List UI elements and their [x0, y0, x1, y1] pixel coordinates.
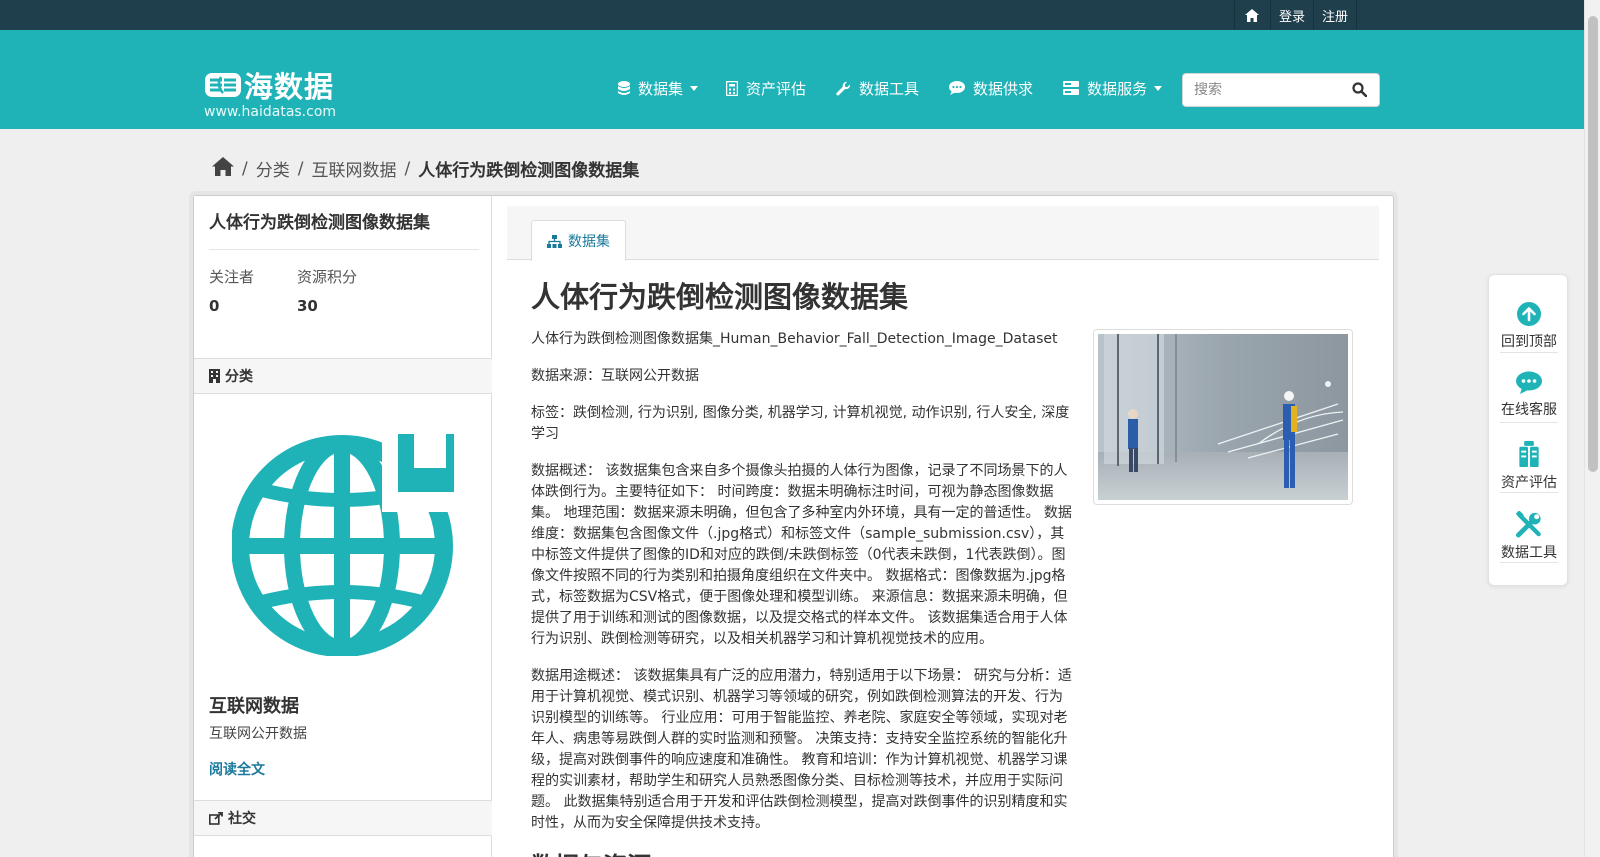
- dataset-overview: 数据概述： 该数据集包含来自多个摄像头拍摄的人体行为图像，记录了不同场景下的人体…: [531, 463, 1072, 647]
- chevron-down-icon: [1154, 85, 1163, 91]
- sitemap-icon: [547, 234, 562, 248]
- home-icon: [212, 156, 234, 176]
- dataset-usage: 数据用途概述： 该数据集具有广泛的应用潜力，特别适用于以下场景： 研究与分析：适…: [531, 668, 1072, 831]
- breadcrumb-current[interactable]: 人体行为跌倒检测图像数据集: [418, 156, 639, 181]
- dataset-full-name: 人体行为跌倒检测图像数据集_Human_Behavior_Fall_Detect…: [531, 331, 1058, 347]
- server-icon: [1063, 81, 1080, 95]
- dataset-description: 人体行为跌倒检测图像数据集_Human_Behavior_Fall_Detect…: [531, 329, 1073, 850]
- breadcrumb-home[interactable]: [212, 156, 234, 181]
- asset-evaluation-label: 资产评估: [1501, 475, 1557, 491]
- register-link[interactable]: 注册: [1312, 0, 1357, 30]
- nav-datasets[interactable]: 数据集: [618, 76, 699, 100]
- data-tools-label: 数据工具: [1501, 545, 1557, 561]
- nav-data-services-label: 数据服务: [1087, 79, 1148, 98]
- nav-asset-evaluation[interactable]: 资产评估: [726, 76, 806, 100]
- org-description: 互联网公开数据: [209, 726, 307, 742]
- social-heading: 社交: [194, 800, 492, 836]
- main-wrapper: 人体行为跌倒检测图像数据集 关注者 0 资源积分 30 分类 互联网数据 互联网…: [193, 195, 1394, 857]
- logo-mark-icon: [205, 73, 241, 97]
- dataset-title: 人体行为跌倒检测图像数据集: [531, 280, 909, 314]
- social-heading-label: 社交: [228, 811, 256, 827]
- logo-text: 海数据: [244, 70, 335, 104]
- points-label: 资源积分: [297, 268, 358, 286]
- floating-toolbar: 回到顶部 在线客服 资产评估 数据工具: [1488, 274, 1568, 586]
- breadcrumb-category[interactable]: 分类: [256, 156, 290, 181]
- breadcrumb-separator: /: [242, 158, 248, 179]
- dataset-tags: 标签：跌倒检测, 行为识别, 图像分类, 机器学习, 计算机视觉, 动作识别, …: [531, 405, 1070, 442]
- nav-asset-evaluation-label: 资产评估: [746, 79, 807, 98]
- nav-data-supply-demand[interactable]: 数据供求: [949, 76, 1033, 100]
- points-stat: 资源积分 30: [297, 266, 357, 315]
- breadcrumb: / 分类 / 互联网数据 / 人体行为跌倒检测图像数据集: [212, 156, 639, 181]
- search-button[interactable]: [1352, 82, 1368, 101]
- share-icon: [209, 811, 223, 825]
- account-links: 登录 注册: [1233, 0, 1357, 30]
- tab-dataset-label: 数据集: [568, 234, 610, 250]
- org-name: 互联网数据: [209, 696, 299, 717]
- search-icon: [1352, 82, 1368, 98]
- breadcrumb-separator: /: [404, 158, 411, 179]
- login-link[interactable]: 登录: [1269, 0, 1313, 30]
- masthead: 海数据 www.haidatas.com 数据集 资产评估 数据工具 数据供求 …: [0, 30, 1584, 129]
- top-account-bar: 登录 注册: [0, 0, 1584, 30]
- back-to-top-button[interactable]: 回到顶部: [1500, 283, 1558, 353]
- arrow-up-circle-icon: [1517, 302, 1541, 326]
- comment-icon: [949, 81, 966, 95]
- nav-data-tools[interactable]: 数据工具: [836, 76, 919, 100]
- nav-datasets-label: 数据集: [638, 79, 684, 98]
- back-to-top-label: 回到顶部: [1501, 334, 1557, 350]
- divider: [209, 249, 479, 250]
- followers-stat: 关注者 0: [209, 266, 254, 315]
- online-support-button[interactable]: 在线客服: [1500, 353, 1558, 423]
- database-icon: [618, 80, 630, 95]
- category-heading-label: 分类: [225, 369, 253, 385]
- main-nav: 数据集 资产评估 数据工具 数据供求 数据服务: [618, 76, 1190, 100]
- sidebar-title: 人体行为跌倒检测图像数据集: [209, 213, 430, 233]
- dataset-thumbnail: [1093, 329, 1353, 505]
- page-scrollbar[interactable]: [1584, 0, 1600, 857]
- nav-data-services[interactable]: 数据服务: [1063, 76, 1163, 100]
- followers-label: 关注者: [209, 268, 255, 286]
- calculator-icon: [726, 80, 739, 96]
- site-url: www.haidatas.com: [204, 104, 337, 120]
- wrench-icon: [836, 81, 851, 95]
- dataset-content: 数据集 人体行为跌倒检测图像数据集 人体行为跌倒检测图像数据集_Human_Be…: [492, 196, 1394, 857]
- online-support-label: 在线客服: [1501, 402, 1557, 418]
- category-heading: 分类: [194, 358, 492, 394]
- data-tools-button[interactable]: 数据工具: [1500, 493, 1558, 563]
- org-globe-icon: [231, 428, 458, 660]
- sidebar: 人体行为跌倒检测图像数据集 关注者 0 资源积分 30 分类 互联网数据 互联网…: [194, 196, 492, 857]
- tab-dataset[interactable]: 数据集: [531, 220, 626, 261]
- nav-data-supply-demand-label: 数据供求: [973, 79, 1034, 98]
- building-icon: [209, 369, 220, 383]
- search-box: [1182, 73, 1380, 107]
- content-tabs: 数据集: [507, 206, 1379, 261]
- points-count: 30: [297, 297, 318, 315]
- home-link[interactable]: [1233, 0, 1270, 30]
- asset-evaluation-button[interactable]: 资产评估: [1500, 423, 1558, 493]
- scrollbar-thumb[interactable]: [1588, 16, 1598, 472]
- clipboard-icon: [1519, 441, 1539, 468]
- tools-icon: [1515, 511, 1541, 538]
- breadcrumb-org[interactable]: 互联网数据: [311, 156, 396, 181]
- site-logo[interactable]: 海数据: [204, 64, 334, 106]
- dataset-source: 数据来源：互联网公开数据: [531, 368, 699, 384]
- nav-data-tools-label: 数据工具: [859, 79, 920, 98]
- breadcrumb-separator: /: [297, 158, 304, 179]
- chat-bubble-icon: [1516, 371, 1542, 394]
- followers-count: 0: [209, 297, 220, 315]
- chevron-down-icon: [690, 85, 699, 91]
- read-more-link[interactable]: 阅读全文: [209, 759, 265, 779]
- resources-heading: 数据与资源: [531, 846, 651, 857]
- home-icon: [1245, 8, 1260, 22]
- search-input[interactable]: [1183, 82, 1343, 98]
